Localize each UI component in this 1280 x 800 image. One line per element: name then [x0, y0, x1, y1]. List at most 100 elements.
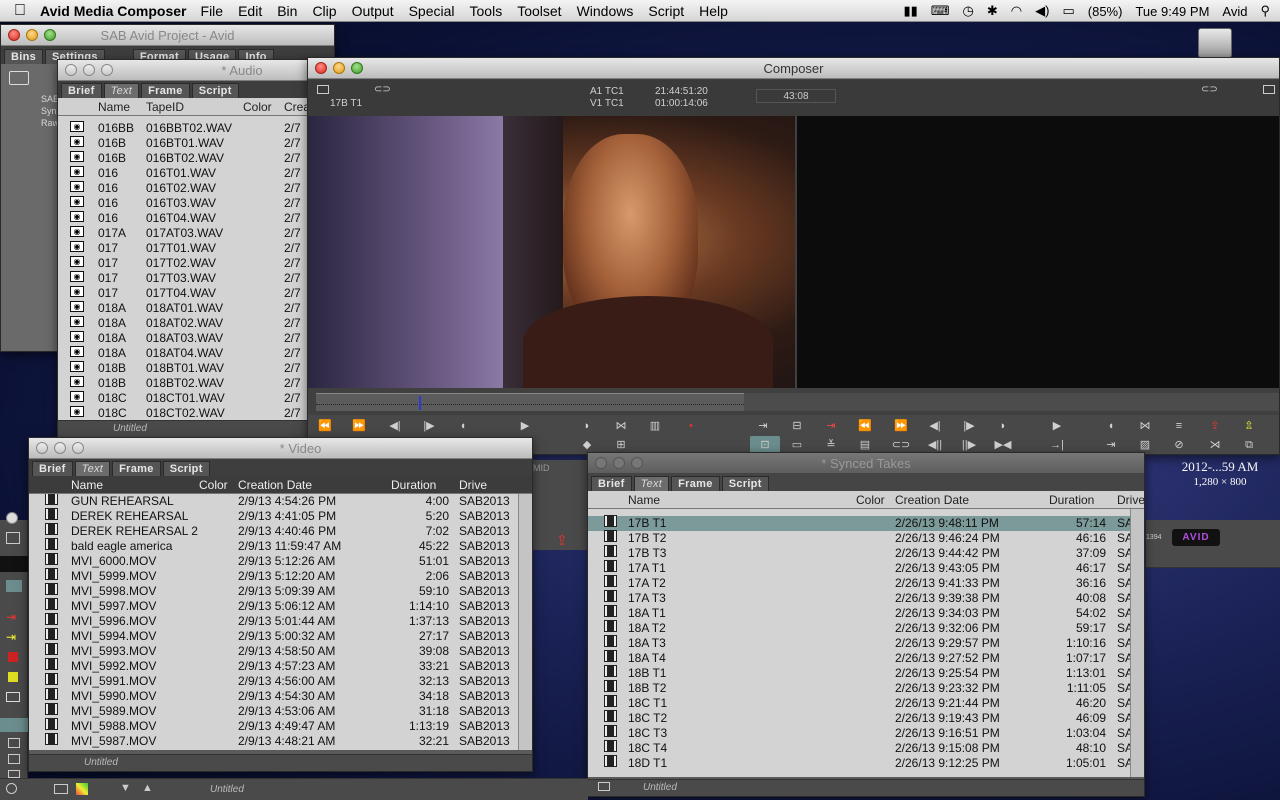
close-button[interactable] — [8, 29, 20, 41]
table-row[interactable]: 18D T1 2/26/13 9:12:25 PM 1:05:01 SA — [588, 755, 1144, 771]
monitor-icon[interactable] — [6, 692, 20, 702]
video-clip-icon[interactable] — [45, 703, 58, 715]
audio-clip-icon[interactable]: ◉ — [70, 286, 84, 297]
bluetooth-icon[interactable]: ✱ — [987, 3, 998, 19]
timeline-menu-icon[interactable] — [6, 532, 20, 544]
video-clip-icon[interactable] — [604, 695, 617, 707]
record-monitor-video[interactable] — [797, 116, 1279, 388]
col-name[interactable]: Name — [628, 493, 660, 507]
splice-icon[interactable]: ⇥ — [6, 610, 16, 624]
table-row[interactable]: 18C T2 2/26/13 9:19:43 PM 46:09 SA — [588, 710, 1144, 726]
segment-button[interactable]: ⋊ — [1202, 436, 1228, 454]
table-row[interactable]: ◉ 016 016T01.WAV 2/7 — [58, 166, 316, 181]
audio-clip-icon[interactable]: ◉ — [70, 166, 84, 177]
table-row[interactable]: 18C T3 2/26/13 9:16:51 PM 1:03:04 SA — [588, 725, 1144, 741]
overwrite-icon[interactable]: ⇥ — [6, 630, 16, 644]
audio-clip-icon[interactable]: ◉ — [70, 301, 84, 312]
vertical-scrollbar[interactable] — [1130, 509, 1144, 777]
zoom-button[interactable] — [44, 29, 56, 41]
video-clip-icon[interactable] — [45, 598, 58, 610]
table-row[interactable]: ◉ 016B 016BT02.WAV 2/7 — [58, 151, 316, 166]
video-clip-icon[interactable] — [604, 590, 617, 602]
video-clip-icon[interactable] — [45, 613, 58, 625]
disable-button[interactable]: ⊘ — [1166, 436, 1192, 454]
video-clip-icon[interactable] — [604, 680, 617, 692]
tab-brief[interactable]: Brief — [61, 83, 102, 98]
project-item-syn[interactable]: Syn — [11, 105, 59, 117]
close-button[interactable] — [65, 64, 77, 76]
video-clip-icon[interactable] — [45, 733, 58, 745]
tab-frame[interactable]: Frame — [112, 461, 161, 476]
extract-button[interactable]: ⇫ — [1236, 417, 1262, 435]
table-row[interactable]: ◉ 018A 018AT03.WAV 2/7 — [58, 331, 316, 346]
audio-bin-titlebar[interactable]: * Audio — [58, 60, 316, 81]
clock[interactable]: Tue 9:49 PM — [1135, 4, 1209, 19]
apple-menu-icon[interactable]:  — [0, 2, 40, 20]
audio-clip-icon[interactable]: ◉ — [70, 181, 84, 192]
lift-button[interactable]: ⇪ — [1202, 417, 1228, 435]
link-icon[interactable]: ⊂⊃ — [374, 84, 391, 95]
col-tapeid[interactable]: TapeID — [146, 100, 184, 114]
table-row[interactable]: MVI_5994.MOV 2/9/13 5:00:32 AM 27:17 SAB201… — [29, 628, 532, 644]
table-row[interactable]: MVI_5992.MOV 2/9/13 4:57:23 AM 33:21 SAB201… — [29, 658, 532, 674]
rec-clear-button[interactable]: ≡ — [1166, 417, 1192, 435]
video-clip-icon[interactable] — [604, 560, 617, 572]
app-status-icon[interactable]: ▮▮ — [903, 3, 917, 19]
menu-windows[interactable]: Windows — [577, 3, 634, 19]
splice-red-button[interactable]: ⇥ — [818, 417, 844, 435]
rec-mark-in-button[interactable]: ◗ — [990, 417, 1016, 435]
audio-clip-icon[interactable]: ◉ — [70, 226, 84, 237]
playhead[interactable] — [419, 396, 421, 410]
col-duration[interactable]: Duration — [1049, 493, 1094, 507]
table-row-selected[interactable]: 17B T1 2/26/13 9:48:11 PM 57:14 SA — [588, 515, 1144, 531]
col-name[interactable]: Name — [98, 100, 130, 114]
table-row[interactable]: MVI_6000.MOV 2/9/13 5:12:26 AM 51:01 SAB201… — [29, 553, 532, 569]
rec-fast-forward-button[interactable]: ⏩ — [888, 417, 914, 435]
tab-brief[interactable]: Brief — [32, 461, 73, 476]
minimize-button[interactable] — [26, 29, 38, 41]
user-menu[interactable]: Avid — [1222, 4, 1247, 19]
table-row[interactable]: MVI_5998.MOV 2/9/13 5:09:39 AM 59:10 SAB201… — [29, 583, 532, 599]
rec-rewind-button[interactable]: ⏪ — [852, 417, 878, 435]
overwrite-button[interactable]: ⊟ — [784, 417, 810, 435]
table-row[interactable]: MVI_5991.MOV 2/9/13 4:56:00 AM 32:13 SAB201… — [29, 673, 532, 689]
table-row[interactable]: ◉ 016BB 016BBT02.WAV 2/7 — [58, 121, 316, 136]
video-clip-icon[interactable] — [45, 673, 58, 685]
rec-play-button[interactable]: ▶ — [1044, 417, 1070, 435]
table-row[interactable]: GUN REHEARSAL 2/9/13 4:54:26 PM 4:00 SAB201… — [29, 494, 532, 509]
tab-text[interactable]: Text — [633, 476, 670, 491]
table-row[interactable]: MVI_5990.MOV 2/9/13 4:54:30 AM 34:18 SAB201… — [29, 688, 532, 704]
audio-clip-icon[interactable]: ◉ — [70, 406, 84, 417]
project-menu-icon[interactable] — [9, 71, 29, 85]
video-bin-titlebar[interactable]: * Video — [29, 438, 532, 459]
table-row[interactable]: MVI_5997.MOV 2/9/13 5:06:12 AM 1:14:10 SAB2… — [29, 598, 532, 614]
minimize-button[interactable] — [613, 457, 625, 469]
menu-bin[interactable]: Bin — [277, 3, 297, 19]
table-row[interactable]: 17A T2 2/26/13 9:41:33 PM 36:16 SA — [588, 575, 1144, 591]
table-row[interactable]: ◉ 018C 018CT01.WAV 2/7 — [58, 391, 316, 406]
video-clip-icon[interactable] — [45, 688, 58, 700]
table-row[interactable]: MVI_5996.MOV 2/9/13 5:01:44 AM 1:37:13 SAB2… — [29, 613, 532, 629]
audio-clip-icon[interactable]: ◉ — [70, 316, 84, 327]
zoom-button[interactable] — [351, 62, 363, 74]
vertical-scrollbar[interactable] — [518, 494, 532, 750]
bottom-up-icon[interactable]: ▲ — [142, 782, 153, 794]
video-clip-icon[interactable] — [604, 755, 617, 767]
video-clip-icon[interactable] — [604, 515, 617, 527]
video-clip-icon[interactable] — [604, 740, 617, 752]
table-row[interactable]: 18A T2 2/26/13 9:32:06 PM 59:17 SA — [588, 620, 1144, 636]
table-row[interactable]: ◉ 017 017T02.WAV 2/7 — [58, 256, 316, 271]
menu-file[interactable]: File — [201, 3, 224, 19]
menu-tools[interactable]: Tools — [470, 3, 503, 19]
audio-clip-icon[interactable]: ◉ — [70, 346, 84, 357]
rec-step-forward-button[interactable]: |▶ — [956, 417, 982, 435]
menu-edit[interactable]: Edit — [238, 3, 262, 19]
audio-clip-icon[interactable]: ◉ — [70, 136, 84, 147]
project-item-raw[interactable]: Raw — [11, 117, 59, 129]
step-forward-button[interactable]: |▶ — [416, 417, 442, 435]
col-drive[interactable]: Drive — [459, 478, 487, 492]
tool-icon-c[interactable] — [8, 770, 20, 778]
col-color[interactable]: Color — [856, 493, 885, 507]
tab-brief[interactable]: Brief — [591, 476, 632, 491]
table-row[interactable]: ◉ 017 017T04.WAV 2/7 — [58, 286, 316, 301]
